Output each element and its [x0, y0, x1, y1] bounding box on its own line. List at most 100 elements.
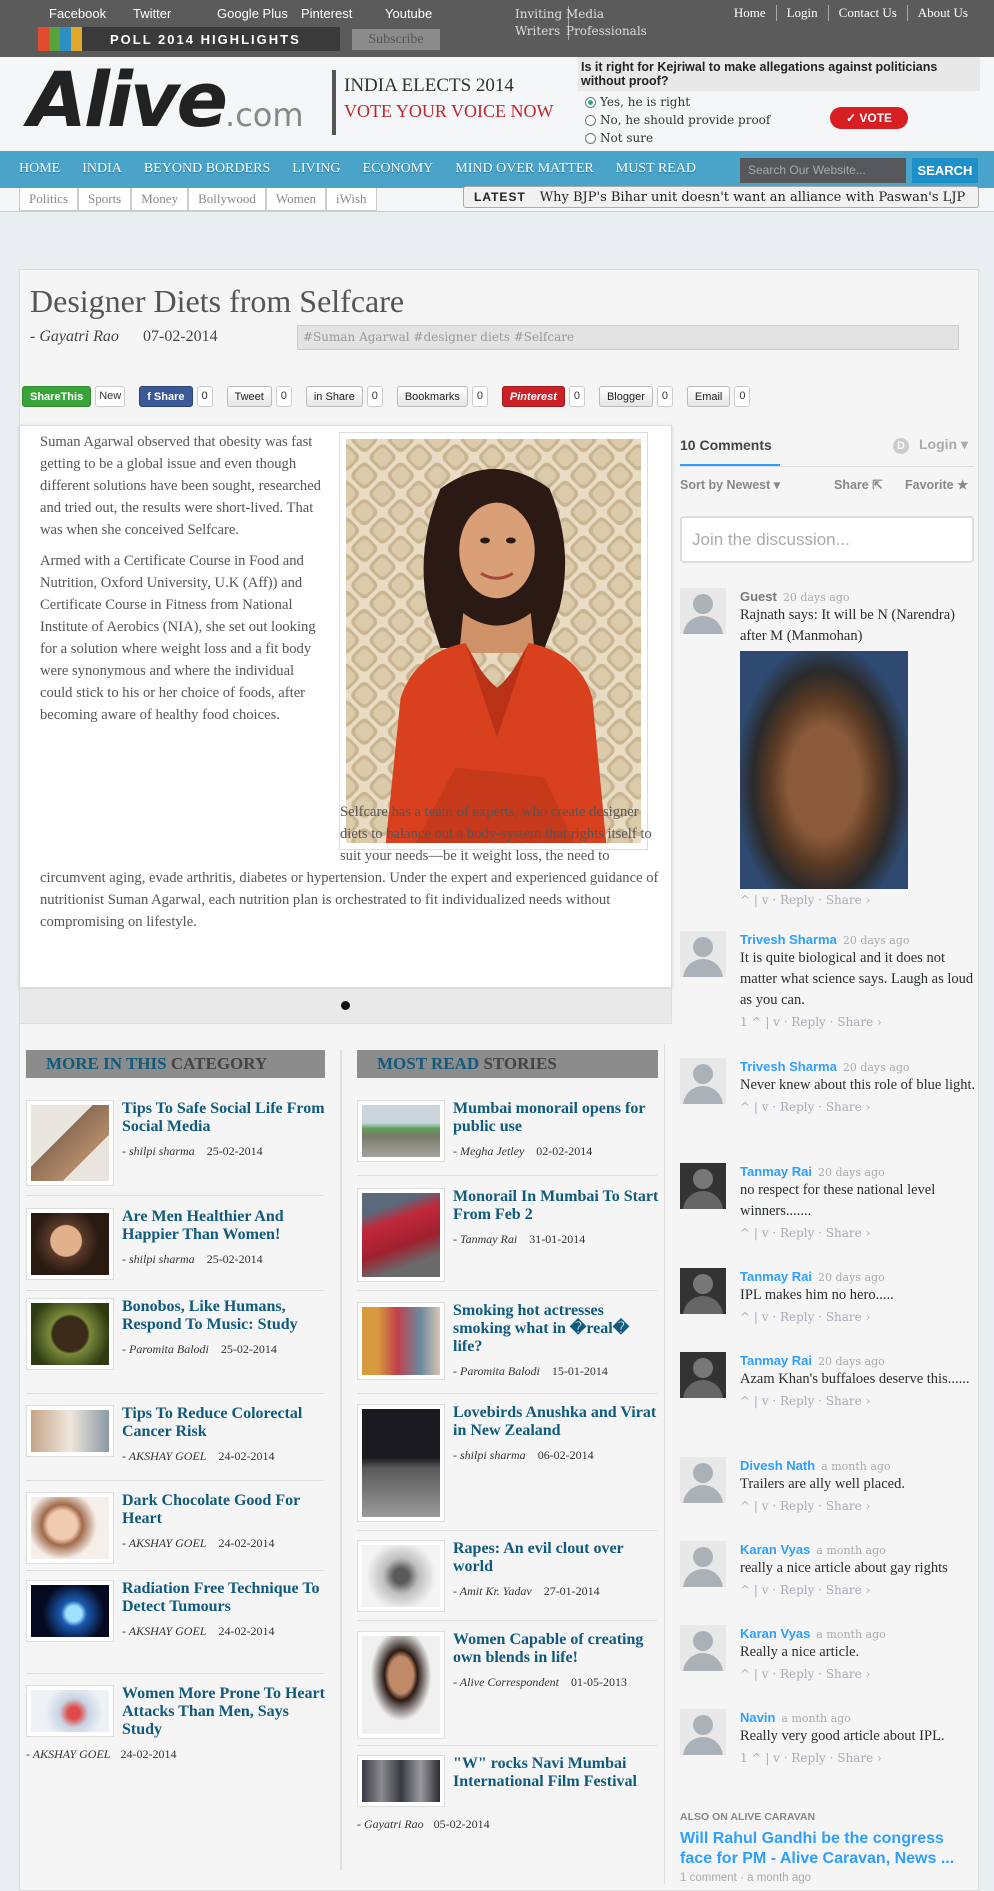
avatar[interactable]	[680, 1058, 726, 1104]
story-title[interactable]: "W" rocks Navi Mumbai International Film…	[453, 1755, 659, 1791]
story-title[interactable]: Tips To Reduce Colorectal Cancer Risk	[122, 1405, 326, 1441]
inviting-writers-link[interactable]: Inviting Writers	[515, 6, 570, 40]
story-title[interactable]: Women More Prone To Heart Attacks Than M…	[122, 1685, 326, 1739]
comment-actions[interactable]: ^ | v · Reply · Share ›	[740, 1583, 976, 1597]
story-title[interactable]: Rapes: An evil clout over world	[453, 1540, 659, 1576]
list-item[interactable]: Lovebirds Anushka and Virat in New Zeala…	[357, 1404, 659, 1522]
sharethis-button[interactable]: ShareThis	[22, 386, 92, 407]
sort-dropdown[interactable]: Sort by Newest ▾	[680, 477, 780, 492]
about-link[interactable]: About Us	[906, 5, 978, 21]
poll-option-yes[interactable]: Yes, he is right	[585, 93, 980, 111]
join-discussion-input[interactable]: Join the discussion...	[680, 516, 974, 563]
list-item[interactable]: Radiation Free Technique To Detect Tumou…	[26, 1580, 326, 1642]
avatar[interactable]	[680, 1709, 726, 1755]
list-item[interactable]: Smoking hot actresses smoking what in �r…	[357, 1302, 659, 1380]
site-logo[interactable]: Alive.com	[28, 55, 304, 144]
story-thumbnail[interactable]	[26, 1298, 114, 1370]
comment-time[interactable]: 20 days ago	[843, 1061, 910, 1074]
google-plus-link[interactable]: Google Plus	[217, 6, 301, 21]
facebook-share-button[interactable]: f Share	[139, 386, 193, 407]
home-link[interactable]: Home	[724, 5, 776, 21]
story-thumbnail[interactable]	[357, 1540, 445, 1612]
pinterest-button[interactable]: Pinterest	[501, 386, 565, 407]
story-thumbnail[interactable]	[357, 1631, 445, 1739]
comment-actions[interactable]: ^ | v · Reply · Share ›	[740, 1667, 976, 1681]
subnav-sports[interactable]: Sports	[78, 188, 132, 211]
story-title[interactable]: Radiation Free Technique To Detect Tumou…	[122, 1580, 326, 1616]
login-link[interactable]: Login	[775, 5, 828, 21]
pinterest-link[interactable]: Pinterest	[301, 6, 385, 21]
subnav-iwish[interactable]: iWish	[326, 188, 377, 211]
list-item[interactable]: Tips To Reduce Colorectal Cancer Risk - A…	[26, 1405, 326, 1464]
list-item[interactable]: Bonobos, Like Humans, Respond To Music: …	[26, 1298, 326, 1370]
comment-actions[interactable]: ^ | v · Reply · Share ›	[740, 1394, 976, 1408]
email-button[interactable]: Email	[686, 386, 731, 407]
list-item[interactable]: Rapes: An evil clout over world - Amit Kr…	[357, 1540, 659, 1612]
avatar[interactable]	[680, 931, 726, 977]
comment-author[interactable]: Karan Vyas	[740, 1542, 810, 1557]
comment-author[interactable]: Tanmay Rai	[740, 1164, 812, 1179]
story-title[interactable]: Monorail In Mumbai To Start From Feb 2	[453, 1188, 659, 1224]
nav-economy[interactable]: ECONOMY	[363, 161, 434, 177]
list-item[interactable]: Mumbai monorail opens for public use - Me…	[357, 1100, 659, 1162]
media-professionals-link[interactable]: Media Professionals	[566, 6, 647, 40]
subnav-bollywood[interactable]: Bollywood	[188, 188, 266, 211]
comment-time[interactable]: a month ago	[781, 1712, 850, 1725]
story-thumbnail[interactable]	[26, 1580, 114, 1642]
story-thumbnail[interactable]	[26, 1208, 114, 1280]
avatar[interactable]	[680, 1268, 726, 1314]
comment-author[interactable]: Trivesh Sharma	[740, 1059, 837, 1074]
comment-count[interactable]: 10 Comments	[680, 437, 772, 453]
story-title[interactable]: Lovebirds Anushka and Virat in New Zeala…	[453, 1404, 659, 1440]
comment-author[interactable]: Trivesh Sharma	[740, 932, 837, 947]
comment-actions[interactable]: 1 ^ | v · Reply · Share ›	[740, 1015, 976, 1029]
story-title[interactable]: Mumbai monorail opens for public use	[453, 1100, 659, 1136]
comment-actions[interactable]: ^ | v · Reply · Share ›	[740, 1226, 976, 1240]
latest-ticker[interactable]: LATEST Why BJP's Bihar unit doesn't want …	[463, 186, 979, 208]
story-thumbnail[interactable]	[357, 1755, 445, 1807]
subscribe-button[interactable]: Subscribe	[352, 29, 440, 50]
disqus-share-button[interactable]: Share ⇱	[834, 477, 883, 492]
favorite-button[interactable]: Favorite ★	[905, 477, 968, 492]
story-thumbnail[interactable]	[26, 1685, 114, 1737]
list-item[interactable]: Women More Prone To Heart Attacks Than M…	[26, 1685, 326, 1739]
radio-icon[interactable]	[585, 114, 596, 126]
search-input[interactable]: Search Our Website...	[740, 158, 906, 183]
avatar[interactable]	[680, 1163, 726, 1209]
india-elects-banner[interactable]: INDIA ELECTS 2014 VOTE YOUR VOICE NOW	[332, 70, 562, 135]
linkedin-share-button[interactable]: in Share	[305, 386, 363, 407]
article-author[interactable]: - Gayatri Rao	[30, 328, 119, 346]
radio-selected-icon[interactable]	[585, 96, 596, 108]
comment-actions[interactable]: ^ | v · Reply · Share ›	[740, 1100, 976, 1114]
story-thumbnail[interactable]	[357, 1100, 445, 1162]
nav-must-read[interactable]: MUST READ	[616, 161, 696, 177]
nav-home[interactable]: HOME	[19, 161, 60, 177]
comment-actions[interactable]: ^ | v · Reply · Share ›	[740, 893, 976, 907]
bookmarks-button[interactable]: Bookmarks	[396, 386, 468, 407]
youtube-link[interactable]: Youtube	[385, 6, 469, 21]
list-item[interactable]: Monorail In Mumbai To Start From Feb 2 - …	[357, 1188, 659, 1282]
comment-author[interactable]: Tanmay Rai	[740, 1269, 812, 1284]
list-item[interactable]: Are Men Healthier And Happier Than Women…	[26, 1208, 326, 1280]
nav-living[interactable]: LIVING	[292, 161, 340, 177]
comment-author[interactable]: Karan Vyas	[740, 1626, 810, 1641]
comment-time[interactable]: 20 days ago	[843, 934, 910, 947]
comment-author[interactable]: Divesh Nath	[740, 1458, 815, 1473]
story-title[interactable]: Smoking hot actresses smoking what in �r…	[453, 1302, 659, 1356]
nav-mind-over-matter[interactable]: MIND OVER MATTER	[455, 161, 593, 177]
latest-headline[interactable]: Why BJP's Bihar unit doesn't want an all…	[540, 190, 966, 205]
search-button[interactable]: SEARCH	[912, 158, 978, 183]
radio-icon[interactable]	[585, 132, 596, 144]
facebook-link[interactable]: Facebook	[49, 6, 133, 21]
comment-time[interactable]: 20 days ago	[783, 591, 850, 604]
story-thumbnail[interactable]	[357, 1302, 445, 1380]
twitter-link[interactable]: Twitter	[133, 6, 217, 21]
comment-time[interactable]: 20 days ago	[818, 1271, 885, 1284]
comment-time[interactable]: 20 days ago	[818, 1166, 885, 1179]
avatar[interactable]	[680, 1457, 726, 1503]
story-thumbnail[interactable]	[26, 1492, 114, 1564]
comment-time[interactable]: 20 days ago	[818, 1355, 885, 1368]
avatar[interactable]	[680, 1541, 726, 1587]
avatar[interactable]	[680, 588, 726, 634]
comment-actions[interactable]: ^ | v · Reply · Share ›	[740, 1499, 976, 1513]
